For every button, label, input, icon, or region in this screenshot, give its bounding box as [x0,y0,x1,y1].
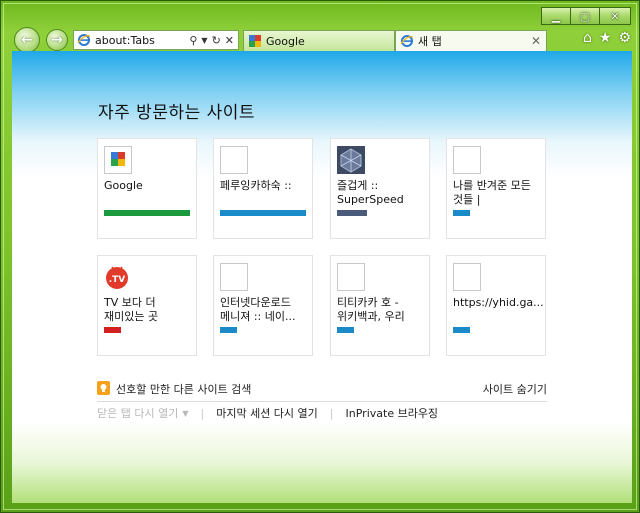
tv-favicon-icon: .TV [104,263,132,291]
blank-favicon-icon [220,146,248,174]
blank-favicon-icon [337,263,365,291]
tab-label: 새 탭 [418,35,442,48]
usage-bar [104,210,190,216]
blank-favicon-icon [453,146,481,174]
site-tile-label: 즐겁게 :: SuperSpeed Ra... [337,179,404,206]
hide-sites-link[interactable]: 사이트 숨기기 [483,381,547,397]
blank-favicon-icon [453,263,481,291]
suggest-sites-link[interactable]: 선호할 만한 다른 사이트 검색 [116,381,251,397]
address-bar[interactable]: about:Tabs ⚲ ▼ ↻ ✕ [73,30,239,50]
address-input[interactable]: about:Tabs [95,34,189,47]
page-title: 자주 방문하는 사이트 [98,103,256,123]
minimize-button[interactable]: ▁ [541,7,571,25]
usage-bar [453,327,470,333]
separator: | [329,406,334,420]
site-tile[interactable]: .TV TV 보다 더 재미있는 곳 WWW.... [97,255,197,356]
chevron-down-icon[interactable]: ▼ [201,36,207,45]
close-button[interactable]: ✕ [599,7,631,25]
usage-bar [337,327,354,333]
site-tile-label: Google [104,179,143,192]
command-icons: ⌂ ★ ⚙ [576,30,631,46]
favorites-star-icon[interactable]: ★ [599,30,612,46]
usage-bar [220,327,237,333]
minimize-icon: ▁ [551,9,561,23]
cube-favicon-icon [337,146,365,174]
google-favicon-icon [249,35,261,47]
reopen-session-link[interactable]: 마지막 세션 다시 열기 [216,405,318,421]
tab-google[interactable]: Google [243,30,395,51]
site-tile[interactable]: 페루잉카하숙 :: [213,138,313,239]
home-icon[interactable]: ⌂ [583,30,592,46]
site-tile-label: https://yhid.ga... [453,296,543,309]
usage-bar [220,210,306,216]
svg-text:.TV: .TV [109,275,126,285]
site-tile[interactable]: 나를 반겨준 모든 것들 | [446,138,546,239]
inprivate-link[interactable]: InPrivate 브라우징 [346,405,439,421]
tab-label: Google [266,34,305,48]
chevron-down-icon: ▼ [182,408,189,418]
site-tile-label: TV 보다 더 재미있는 곳 WWW.... [104,296,159,323]
site-tile[interactable]: Google [97,138,197,239]
address-tools: ⚲ ▼ ↻ ✕ [189,34,238,47]
lightbulb-icon [97,381,110,395]
close-icon: ✕ [610,9,620,23]
tab-close-icon[interactable]: ✕ [531,34,541,48]
stop-icon[interactable]: ✕ [225,34,234,47]
separator: | [200,406,205,420]
blank-favicon-icon [220,263,248,291]
site-tile[interactable]: 티티카카 호 - 위키백과, 우리 모... [330,255,430,356]
usage-bar [337,210,367,216]
maximize-icon: ▢ [579,9,591,23]
site-tile[interactable]: 인터넷다운로드 메니져 :: 네이... [213,255,313,356]
suggest-row: 선호할 만한 다른 사이트 검색 사이트 숨기기 [97,380,547,398]
tools-gear-icon[interactable]: ⚙ [618,30,631,46]
divider [97,401,547,402]
caption-buttons: ▁ ▢ ✕ [541,7,631,25]
reopen-closed-tabs-link: 닫은 탭 다시 열기 [97,407,179,420]
usage-bar [453,210,470,216]
forward-button[interactable]: → [46,29,68,51]
refresh-icon[interactable]: ↻ [212,34,221,47]
usage-bar [104,327,121,333]
back-button[interactable]: ← [14,27,40,53]
browser-window: ▁ ▢ ✕ ← → about:Tabs ⚲ ▼ ↻ ✕ Google 새 탭 … [0,0,640,513]
maximize-button[interactable]: ▢ [570,7,600,25]
site-tile-label: 페루잉카하숙 :: [220,179,292,192]
site-tile[interactable]: https://yhid.ga... [446,255,546,356]
ie-icon [77,34,91,46]
forward-arrow-icon: → [51,32,63,48]
google-favicon-icon [104,146,132,174]
new-tab-page: 자주 방문하는 사이트 Google 페루잉카하숙 :: 즐겁게:: Supe… [12,51,632,503]
bottom-links: 닫은 탭 다시 열기 ▼ | 마지막 세션 다시 열기 | InPrivate … [97,405,438,421]
ie-icon [400,35,414,47]
site-tile-label: 나를 반겨준 모든 것들 | [453,179,531,206]
site-tile-label: 인터넷다운로드 메니져 :: 네이... [220,296,296,323]
site-tile-label: 티티카카 호 - 위키백과, 우리 모... [337,296,405,323]
search-icon[interactable]: ⚲ [189,34,197,47]
tab-new-tab[interactable]: 새 탭 ✕ [395,30,547,51]
site-tile[interactable]: 즐겁게 :: SuperSpeed Ra... [330,138,430,239]
back-arrow-icon: ← [21,32,33,48]
